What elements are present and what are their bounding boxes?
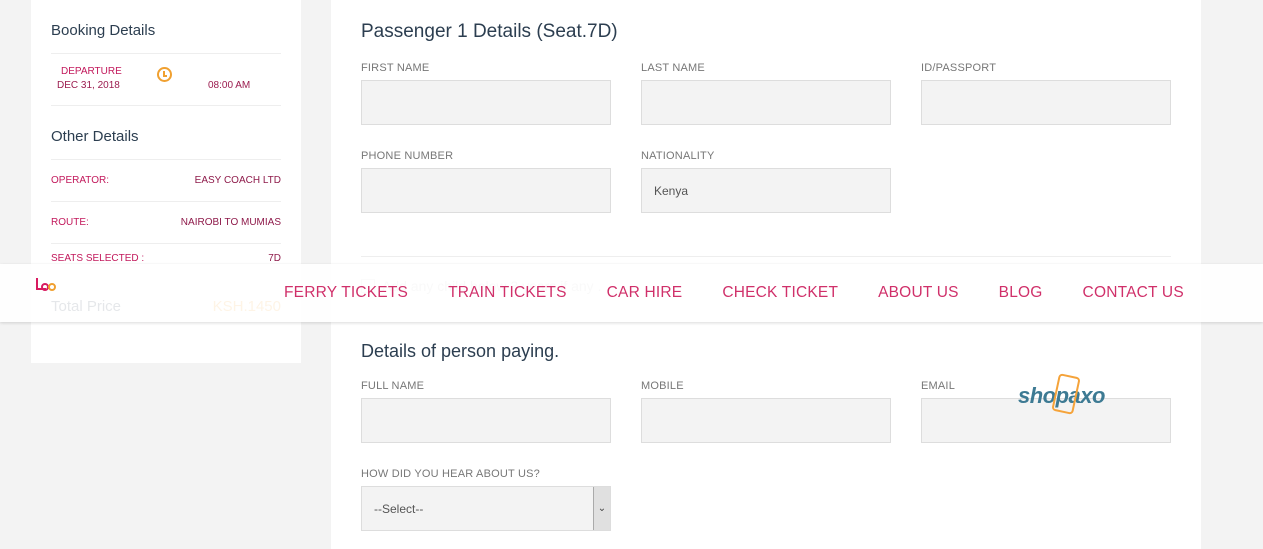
- last-name-field: LAST NAME: [641, 62, 891, 125]
- nav-train-tickets[interactable]: TRAIN TICKETS: [448, 284, 567, 302]
- detail-key: SEATS SELECTED :: [51, 253, 145, 264]
- last-name-input[interactable]: [641, 80, 891, 125]
- clock-icon: [157, 67, 172, 82]
- shopaxo-watermark: shopaxo: [1018, 373, 1105, 415]
- id-passport-field: ID/PASSPORT: [921, 62, 1171, 125]
- phone-label: PHONE NUMBER: [361, 150, 454, 162]
- detail-value: NAIROBI TO MUMIAS: [180, 217, 281, 228]
- id-passport-input[interactable]: [921, 80, 1171, 125]
- detail-value: 7D: [268, 253, 281, 264]
- first-name-field: FIRST NAME: [361, 62, 611, 125]
- divider: [361, 256, 1171, 257]
- phone-input[interactable]: [361, 168, 611, 213]
- departure-date: DEC 31, 2018: [57, 80, 120, 91]
- hear-about-select[interactable]: --Select-- ⌄: [361, 486, 611, 531]
- departure-label: DEPARTURE: [61, 66, 122, 77]
- hear-about-selected: --Select--: [374, 501, 424, 516]
- detail-value: EASY COACH LTD: [194, 175, 281, 186]
- detail-row-route: ROUTE: NAIROBI TO MUMIAS: [51, 202, 281, 244]
- last-name-label: LAST NAME: [641, 62, 705, 74]
- detail-row-seats: SEATS SELECTED : 7D: [51, 244, 281, 264]
- mobile-field: MOBILE: [641, 380, 891, 443]
- first-name-input[interactable]: [361, 80, 611, 125]
- departure-time: 08:00 AM: [208, 80, 251, 91]
- nationality-field: NATIONALITY Kenya: [641, 150, 891, 213]
- nav-check-ticket[interactable]: CHECK TICKET: [722, 284, 838, 302]
- other-details-title: Other Details: [51, 106, 281, 160]
- chevron-down-icon[interactable]: ⌄: [593, 487, 610, 530]
- full-name-field: FULL NAME: [361, 380, 611, 443]
- nav-car-hire[interactable]: CAR HIRE: [607, 284, 683, 302]
- mobile-label: MOBILE: [641, 380, 684, 392]
- hear-about-label: HOW DID YOU HEAR ABOUT US?: [361, 468, 540, 480]
- payer-title: Details of person paying.: [361, 341, 560, 361]
- mobile-input[interactable]: [641, 398, 891, 443]
- top-navbar: FERRY TICKETS TRAIN TICKETS CAR HIRE CHE…: [0, 264, 1263, 322]
- booking-details-title: Booking Details: [51, 0, 281, 54]
- nationality-label: NATIONALITY: [641, 150, 715, 162]
- phone-field: PHONE NUMBER: [361, 150, 611, 213]
- nav-links: FERRY TICKETS TRAIN TICKETS CAR HIRE CHE…: [264, 264, 1204, 322]
- full-name-input[interactable]: [361, 398, 611, 443]
- site-logo[interactable]: [36, 278, 66, 298]
- nationality-input[interactable]: Kenya: [641, 168, 891, 213]
- passenger-title: Passenger 1 Details (Seat.7D): [361, 21, 618, 42]
- first-name-label: FIRST NAME: [361, 62, 430, 74]
- departure-info: DEPARTURE DEC 31, 2018 08:00 AM: [51, 54, 281, 106]
- nav-contact-us[interactable]: CONTACT US: [1083, 284, 1184, 302]
- full-name-label: FULL NAME: [361, 380, 425, 392]
- logo-mark: [48, 283, 56, 291]
- nav-about-us[interactable]: ABOUT US: [878, 284, 959, 302]
- nav-blog[interactable]: BLOG: [999, 284, 1043, 302]
- detail-row-operator: OPERATOR: EASY COACH LTD: [51, 160, 281, 202]
- id-passport-label: ID/PASSPORT: [921, 62, 997, 74]
- detail-key: ROUTE:: [51, 217, 89, 228]
- nav-ferry-tickets[interactable]: FERRY TICKETS: [284, 284, 408, 302]
- hear-about-field: HOW DID YOU HEAR ABOUT US? --Select-- ⌄: [361, 468, 611, 531]
- detail-key: OPERATOR:: [51, 175, 109, 186]
